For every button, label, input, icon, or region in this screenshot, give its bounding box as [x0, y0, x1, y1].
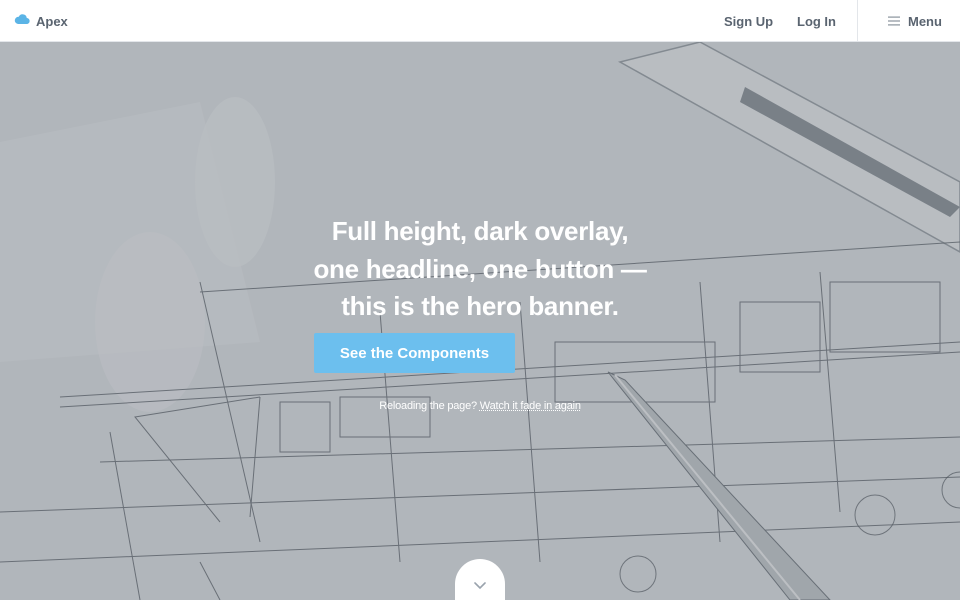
- headline-line-1: Full height, dark overlay,: [331, 216, 629, 246]
- menu-label: Menu: [908, 13, 942, 29]
- fade-note-text: Reloading the page?: [379, 400, 480, 412]
- top-navbar: Apex Sign Up Log In Menu: [0, 0, 960, 42]
- hamburger-icon: [888, 14, 900, 29]
- menu-divider: [857, 0, 858, 42]
- see-components-button[interactable]: See the Components: [314, 333, 515, 373]
- brand-name: Apex: [36, 13, 68, 29]
- fade-note: Reloading the page? Watch it fade in aga…: [230, 400, 730, 412]
- chevron-down-icon: [474, 577, 486, 600]
- headline-line-3: this is the hero banner.: [341, 291, 619, 321]
- headline-line-2: one headline, one button —: [313, 253, 647, 284]
- menu-button[interactable]: Menu: [888, 0, 942, 42]
- sign-up-link[interactable]: Sign Up: [724, 0, 773, 42]
- fade-in-link[interactable]: Watch it fade in again: [480, 400, 581, 412]
- cloud-icon: [14, 12, 30, 30]
- brand-logo-link[interactable]: Apex: [14, 0, 68, 42]
- log-in-link[interactable]: Log In: [797, 0, 836, 42]
- hero-banner: Full height, dark overlay, one headline,…: [0, 42, 960, 600]
- hero-headline: Full height, dark overlay, one headline,…: [230, 213, 730, 326]
